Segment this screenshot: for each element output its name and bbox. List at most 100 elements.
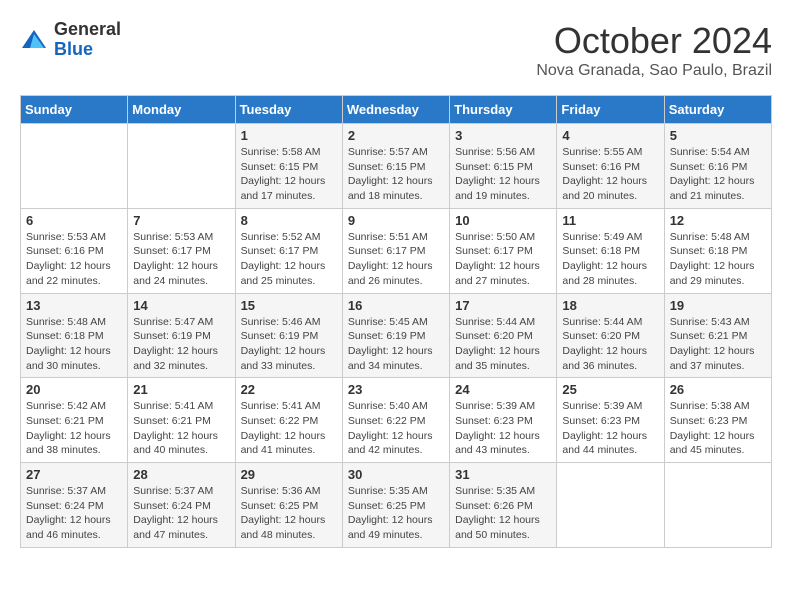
calendar-cell: 3 Sunrise: 5:56 AM Sunset: 6:15 PM Daylig… [450,124,557,209]
calendar-week-row: 20 Sunrise: 5:42 AM Sunset: 6:21 PM Dayli… [21,378,772,463]
calendar-cell: 10 Sunrise: 5:50 AM Sunset: 6:17 PM Dayli… [450,208,557,293]
calendar-cell: 1Sunrise: 5:58 AM Sunset: 6:15 PM Daylig… [235,124,342,209]
day-number: 7 [133,213,229,228]
weekday-header-sunday: Sunday [21,96,128,124]
day-number: 13 [26,298,122,313]
calendar-week-row: 27 Sunrise: 5:37 AM Sunset: 6:24 PM Dayli… [21,463,772,548]
day-number: 18 [562,298,658,313]
day-info: Sunrise: 5:48 AM Sunset: 6:18 PM Dayligh… [26,315,122,374]
calendar-cell: 29Sunrise: 5:36 AM Sunset: 6:25 PM Dayli… [235,463,342,548]
day-number: 11 [562,213,658,228]
weekday-header-thursday: Thursday [450,96,557,124]
title-block: October 2024 Nova Granada, Sao Paulo, Br… [536,20,772,80]
calendar-cell: 22 Sunrise: 5:41 AM Sunset: 6:22 PM Dayli… [235,378,342,463]
calendar-cell: 26Sunrise: 5:38 AM Sunset: 6:23 PM Dayli… [664,378,771,463]
day-number: 27 [26,467,122,482]
day-info: Sunrise: 5:46 AM Sunset: 6:19 PM Dayligh… [241,315,337,374]
logo-blue-text: Blue [54,39,93,59]
day-info: Sunrise: 5:45 AM Sunset: 6:19 PM Dayligh… [348,315,444,374]
day-number: 12 [670,213,766,228]
logo-icon [20,26,48,54]
day-info: Sunrise: 5:41 AM Sunset: 6:22 PM Dayligh… [241,399,337,458]
day-info: Sunrise: 5:44 AM Sunset: 6:20 PM Dayligh… [562,315,658,374]
calendar-week-row: 6 Sunrise: 5:53 AM Sunset: 6:16 PM Daylig… [21,208,772,293]
day-info: Sunrise: 5:50 AM Sunset: 6:17 PM Dayligh… [455,230,551,289]
logo-general-text: General [54,19,121,39]
calendar-cell: 5Sunrise: 5:54 AM Sunset: 6:16 PM Daylig… [664,124,771,209]
calendar-cell: 14 Sunrise: 5:47 AM Sunset: 6:19 PM Dayli… [128,293,235,378]
calendar-cell: 13 Sunrise: 5:48 AM Sunset: 6:18 PM Dayli… [21,293,128,378]
calendar-cell [557,463,664,548]
day-number: 15 [241,298,337,313]
day-number: 21 [133,382,229,397]
calendar-header: SundayMondayTuesdayWednesdayThursdayFrid… [21,96,772,124]
calendar-cell: 7 Sunrise: 5:53 AM Sunset: 6:17 PM Daylig… [128,208,235,293]
day-info: Sunrise: 5:41 AM Sunset: 6:21 PM Dayligh… [133,399,229,458]
weekday-header-wednesday: Wednesday [342,96,449,124]
day-number: 4 [562,128,658,143]
day-number: 14 [133,298,229,313]
calendar-cell: 18 Sunrise: 5:44 AM Sunset: 6:20 PM Dayli… [557,293,664,378]
day-info: Sunrise: 5:58 AM Sunset: 6:15 PM Dayligh… [241,145,337,204]
day-info: Sunrise: 5:56 AM Sunset: 6:15 PM Dayligh… [455,145,551,204]
day-info: Sunrise: 5:52 AM Sunset: 6:17 PM Dayligh… [241,230,337,289]
calendar-cell: 15 Sunrise: 5:46 AM Sunset: 6:19 PM Dayli… [235,293,342,378]
day-info: Sunrise: 5:44 AM Sunset: 6:20 PM Dayligh… [455,315,551,374]
day-number: 17 [455,298,551,313]
weekday-header-row: SundayMondayTuesdayWednesdayThursdayFrid… [21,96,772,124]
day-info: Sunrise: 5:35 AM Sunset: 6:26 PM Dayligh… [455,484,551,543]
calendar-cell [128,124,235,209]
day-number: 10 [455,213,551,228]
calendar-cell: 9 Sunrise: 5:51 AM Sunset: 6:17 PM Daylig… [342,208,449,293]
day-info: Sunrise: 5:39 AM Sunset: 6:23 PM Dayligh… [455,399,551,458]
calendar-cell [664,463,771,548]
day-info: Sunrise: 5:53 AM Sunset: 6:17 PM Dayligh… [133,230,229,289]
calendar-cell: 23Sunrise: 5:40 AM Sunset: 6:22 PM Dayli… [342,378,449,463]
location-subtitle: Nova Granada, Sao Paulo, Brazil [536,62,772,80]
day-number: 30 [348,467,444,482]
weekday-header-saturday: Saturday [664,96,771,124]
day-number: 22 [241,382,337,397]
day-number: 20 [26,382,122,397]
day-number: 24 [455,382,551,397]
day-info: Sunrise: 5:53 AM Sunset: 6:16 PM Dayligh… [26,230,122,289]
day-info: Sunrise: 5:42 AM Sunset: 6:21 PM Dayligh… [26,399,122,458]
day-info: Sunrise: 5:51 AM Sunset: 6:17 PM Dayligh… [348,230,444,289]
weekday-header-friday: Friday [557,96,664,124]
day-number: 2 [348,128,444,143]
day-number: 8 [241,213,337,228]
calendar-cell: 12 Sunrise: 5:48 AM Sunset: 6:18 PM Dayli… [664,208,771,293]
calendar-cell: 8 Sunrise: 5:52 AM Sunset: 6:17 PM Daylig… [235,208,342,293]
day-info: Sunrise: 5:43 AM Sunset: 6:21 PM Dayligh… [670,315,766,374]
day-info: Sunrise: 5:37 AM Sunset: 6:24 PM Dayligh… [26,484,122,543]
calendar-cell: 20 Sunrise: 5:42 AM Sunset: 6:21 PM Dayli… [21,378,128,463]
day-info: Sunrise: 5:49 AM Sunset: 6:18 PM Dayligh… [562,230,658,289]
calendar-week-row: 1Sunrise: 5:58 AM Sunset: 6:15 PM Daylig… [21,124,772,209]
day-number: 28 [133,467,229,482]
calendar-cell: 2 Sunrise: 5:57 AM Sunset: 6:15 PM Daylig… [342,124,449,209]
calendar-cell: 19Sunrise: 5:43 AM Sunset: 6:21 PM Dayli… [664,293,771,378]
day-number: 9 [348,213,444,228]
day-number: 23 [348,382,444,397]
day-number: 31 [455,467,551,482]
calendar-cell: 24 Sunrise: 5:39 AM Sunset: 6:23 PM Dayli… [450,378,557,463]
month-title: October 2024 [536,20,772,62]
calendar-body: 1Sunrise: 5:58 AM Sunset: 6:15 PM Daylig… [21,124,772,548]
day-info: Sunrise: 5:55 AM Sunset: 6:16 PM Dayligh… [562,145,658,204]
calendar-cell: 31 Sunrise: 5:35 AM Sunset: 6:26 PM Dayli… [450,463,557,548]
calendar-cell: 28Sunrise: 5:37 AM Sunset: 6:24 PM Dayli… [128,463,235,548]
calendar-cell: 21 Sunrise: 5:41 AM Sunset: 6:21 PM Dayli… [128,378,235,463]
day-info: Sunrise: 5:57 AM Sunset: 6:15 PM Dayligh… [348,145,444,204]
day-number: 6 [26,213,122,228]
calendar-week-row: 13 Sunrise: 5:48 AM Sunset: 6:18 PM Dayli… [21,293,772,378]
day-number: 29 [241,467,337,482]
day-number: 26 [670,382,766,397]
day-info: Sunrise: 5:47 AM Sunset: 6:19 PM Dayligh… [133,315,229,374]
calendar-cell [21,124,128,209]
weekday-header-monday: Monday [128,96,235,124]
day-info: Sunrise: 5:39 AM Sunset: 6:23 PM Dayligh… [562,399,658,458]
day-number: 3 [455,128,551,143]
day-info: Sunrise: 5:48 AM Sunset: 6:18 PM Dayligh… [670,230,766,289]
weekday-header-tuesday: Tuesday [235,96,342,124]
calendar-cell: 30Sunrise: 5:35 AM Sunset: 6:25 PM Dayli… [342,463,449,548]
